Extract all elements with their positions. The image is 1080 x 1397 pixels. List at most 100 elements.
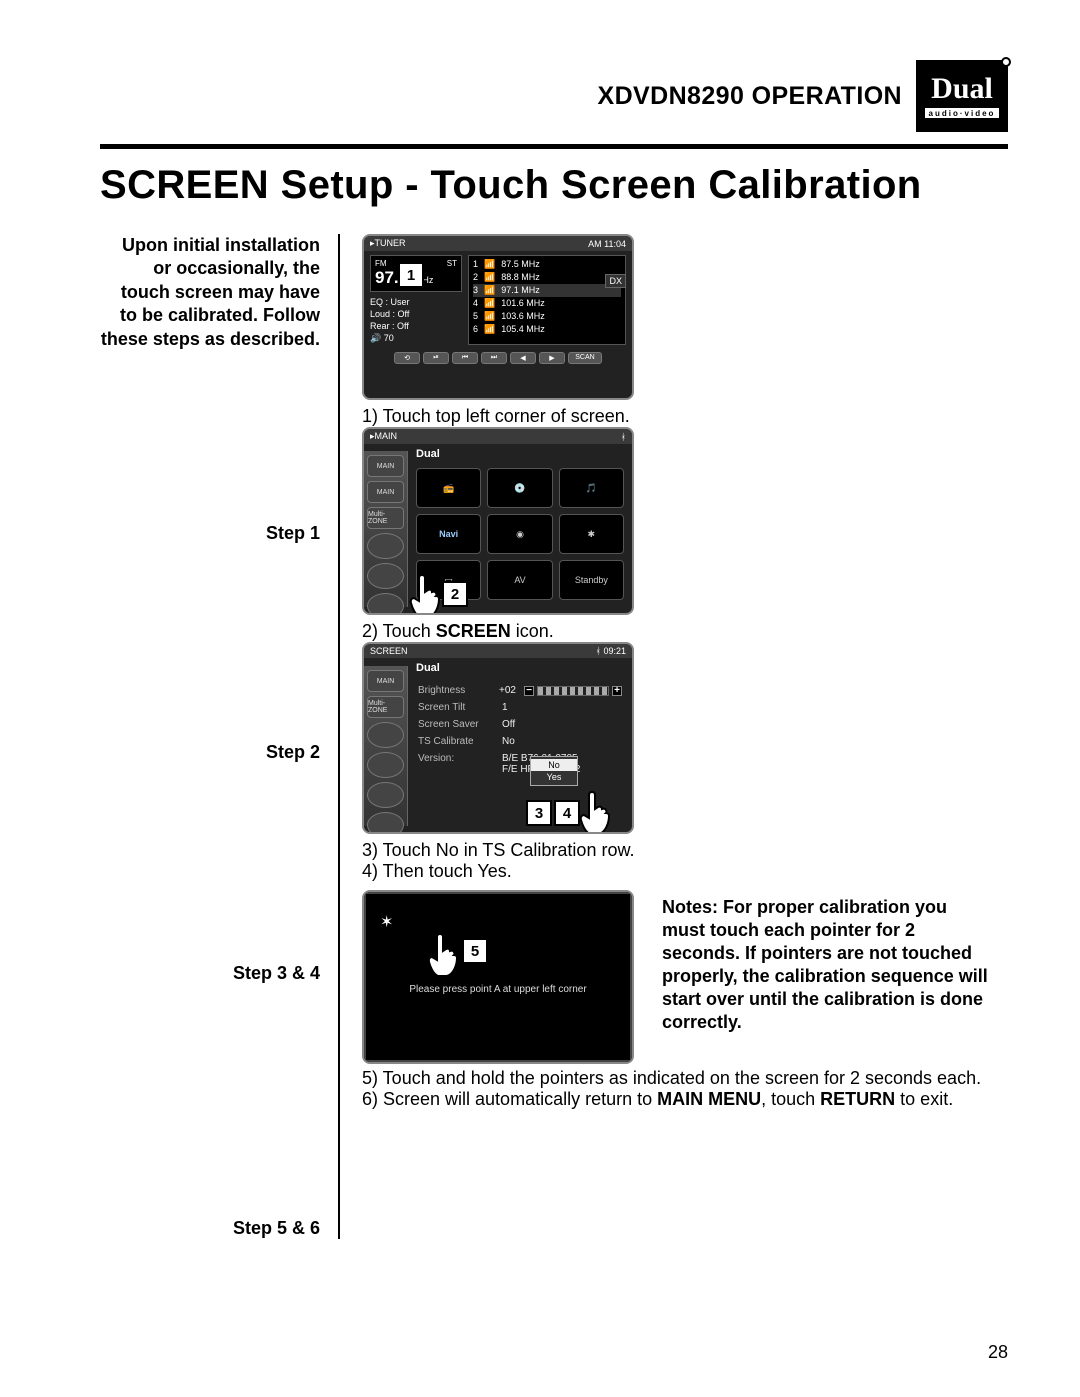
rear-value: : Off [392,321,409,331]
calibration-screenshot: ✶ 5 Please press point A at upper left c… [362,890,634,1064]
strip-button: ⏭ [481,352,507,364]
sidebar-round-button [367,533,404,559]
screensettings-body: Dual Brightness +02 − + Scree [408,658,632,788]
brightness-row: Brightness +02 − + [418,682,622,699]
screensettings-topbar: SCREEN ᚼ 09:21 [364,644,632,658]
menu-radio-icon: 📻 [416,468,481,508]
return-bold: RETURN [820,1089,895,1109]
intro-text: Upon initial installation or occasionall… [100,234,320,351]
slider-bar [537,686,609,696]
volume-value: 70 [384,333,394,343]
strip-scan-button: SCAN [568,352,602,364]
saver-label: Screen Saver [418,719,494,730]
screen-bold: SCREEN [436,621,511,641]
mainmenu-topbar: ▸MAIN ᚼ [364,429,632,444]
screensettings-title: SCREEN [370,646,408,656]
version-label: Version: [418,753,494,764]
sidebar-round-button [367,563,404,589]
hand-pointer-icon [426,930,462,978]
header-text: XDVDN8290 OPERATION [598,82,902,111]
saver-row: Screen Saver Off [418,716,622,733]
tuner-title-icon: ▸TUNER [370,238,406,249]
tuner-button-strip: ⟲ ⏯ ⏮ ⏭ ◀ ▶ SCAN [364,349,632,368]
logo-registered-icon [1001,57,1011,67]
right-column: ▸TUNER AM 11:04 FM ST 97.1 MHz [360,234,1008,1239]
step2-instruction: 2) Touch SCREEN icon. [362,621,1008,642]
calibration-black-screen: ✶ 5 Please press point A at upper left c… [364,892,632,1062]
screensettings-screenshot: SCREEN ᚼ 09:21 MAIN Multi-ZONE Dual Brig… [362,642,634,834]
logo-tagline: audio·video [925,108,1000,118]
screensettings-brand: Dual [408,658,632,674]
preset-row: 5📶103.6 MHz [473,310,621,323]
loud-value: : Off [393,309,410,319]
popup-yes: Yes [531,771,577,783]
dual-logo: Dual audio·video [916,60,1008,132]
tuner-topbar: ▸TUNER AM 11:04 [364,236,632,251]
preset-list: 1📶87.5 MHz 2📶88.8 MHz 3📶97.1 MHz 4📶101.6… [468,255,626,345]
tilt-row: Screen Tilt 1 [418,699,622,716]
step34-label: Step 3 & 4 [100,963,320,984]
hand-pointer-icon [578,788,614,834]
preset-row: 6📶105.4 MHz [473,323,621,336]
menu-camera-icon: ◉ [487,514,552,554]
content-columns: Upon initial installation or occasionall… [100,234,1008,1239]
operation-label: OPERATION [752,82,902,110]
band-label: FM [375,259,387,268]
preset-row: 4📶101.6 MHz [473,297,621,310]
menu-bt-icon: ✱ [559,514,624,554]
calibration-prompt: Please press point A at upper left corne… [366,984,630,995]
menu-ipod-icon: 🎵 [559,468,624,508]
step56-line1: 5) Touch and hold the pointers as indica… [362,1068,1008,1089]
strip-button: ▶ [539,352,565,364]
callout-4: 4 [554,800,580,826]
tuner-screenshot: ▸TUNER AM 11:04 FM ST 97.1 MHz [362,234,634,400]
tilt-value: 1 [502,702,508,713]
eq-list: EQ : User Loud : Off Rear : Off 🔊 70 [370,296,462,345]
volume-icon: 🔊 [370,333,381,343]
menu-standby-icon: Standby [559,560,624,600]
rear-label: Rear [370,321,390,331]
brightness-label: Brightness [418,685,491,696]
preset-row: 1📶87.5 MHz [473,258,621,271]
strip-button: ⟲ [394,352,420,364]
calibration-notes: Notes: For proper calibration you must t… [662,896,988,1034]
step34-line2: 4) Then touch Yes. [362,861,1008,882]
logo-brand: Dual [931,74,993,104]
minus-icon: − [524,686,534,696]
plus-icon: + [612,686,622,696]
sidebar-multizone-button: Multi-ZONE [367,507,404,529]
loud-label: Loud [370,309,390,319]
calibrate-value: No [502,736,515,747]
saver-value: Off [502,719,515,730]
calibrate-label: TS Calibrate [418,736,494,747]
eq-value: : User [386,297,410,307]
mainmenu-sidebar: MAIN MAIN Multi-ZONE [364,451,408,607]
ts-calibrate-row: TS Calibrate No [418,733,622,750]
preset-row: 2📶88.8 MHz [473,271,621,284]
calibration-cross-icon: ✶ [380,912,393,932]
sidebar-round-button [367,593,404,615]
callout-3: 3 [526,800,552,826]
sidebar-multizone-button: Multi-ZONE [367,696,404,718]
clock-text: AM 11:04 [588,239,626,249]
eq-label: EQ [370,297,383,307]
page-number: 28 [988,1342,1008,1363]
step2-label: Step 2 [100,742,320,763]
settings-rows: Brightness +02 − + Screen Tilt 1 [408,674,632,788]
mainmenu-brand: Dual [408,444,632,460]
version-row: Version: B/E B76.01.0705 F/E HPD60.09.22 [418,750,622,778]
menu-av-icon: AV [487,560,552,600]
sidebar-main-button: MAIN [367,455,404,477]
sidebar-main-button: MAIN [367,481,404,503]
menu-navi-icon: Navi [416,514,481,554]
sidebar-round-button [367,752,404,778]
hand-pointer-icon [408,571,444,615]
mainmenu-screenshot: ▸MAIN ᚼ MAIN MAIN Multi-ZONE Dual 📻 💿 [362,427,634,615]
screensettings-sidebar: MAIN Multi-ZONE [364,666,408,826]
bt-icon: ᚼ [596,646,601,656]
yes-no-popup: No Yes [530,756,578,786]
header-rule [100,144,1008,149]
page-title: SCREEN Setup - Touch Screen Calibration [100,163,1008,208]
dx-badge: DX [605,274,626,288]
callout-1: 1 [398,262,424,288]
